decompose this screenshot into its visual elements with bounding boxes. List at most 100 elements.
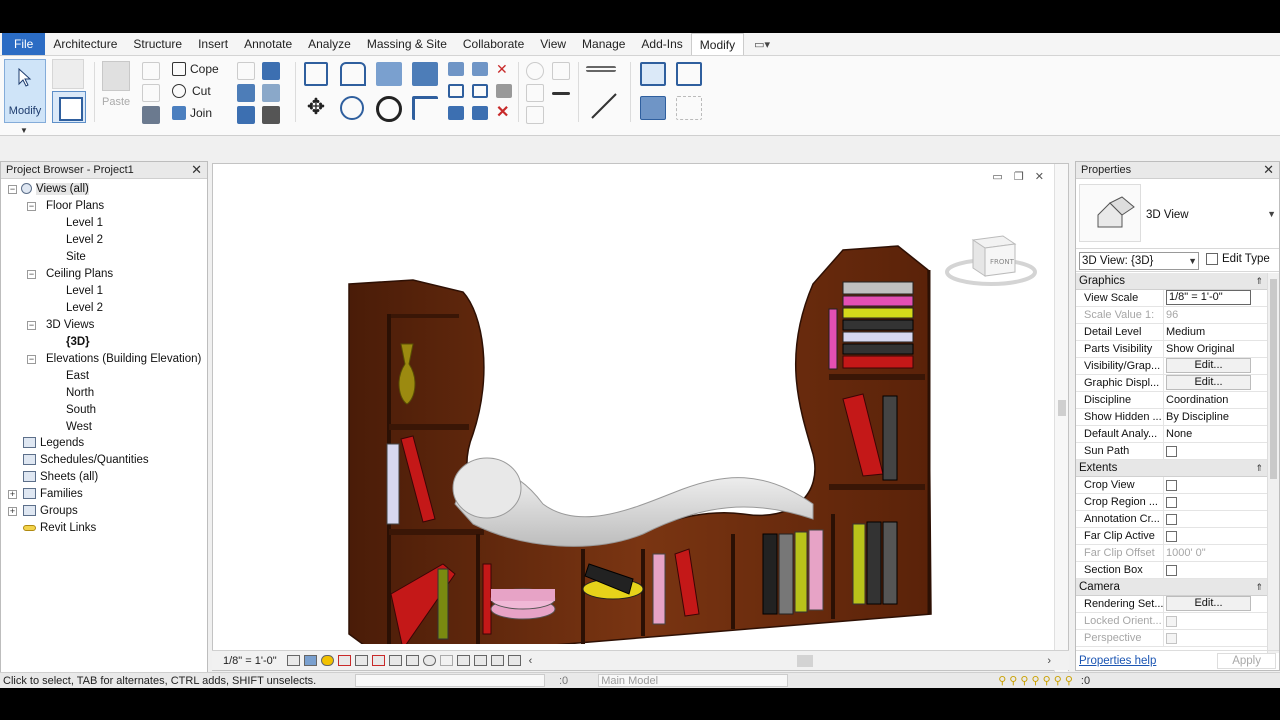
pin-icon[interactable] xyxy=(496,84,512,98)
prop-value[interactable]: Medium xyxy=(1164,324,1267,340)
join-label[interactable]: Join xyxy=(190,106,212,120)
collapse-toggle-icon[interactable]: − xyxy=(27,355,36,364)
tab-insert[interactable]: Insert xyxy=(190,33,236,55)
graphic-display-edit-button[interactable]: Edit... xyxy=(1166,375,1251,390)
prop-section-box[interactable]: Section Box xyxy=(1076,562,1267,579)
cut-clipboard-icon[interactable] xyxy=(142,62,160,80)
view-scale-field[interactable]: 1/8" = 1'-0" xyxy=(1166,290,1251,305)
tab-collaborate[interactable]: Collaborate xyxy=(455,33,532,55)
prop-value[interactable]: Coordination xyxy=(1164,392,1267,408)
vertical-scrollbar[interactable] xyxy=(1054,164,1068,672)
worksharing-display-icon[interactable] xyxy=(456,655,470,666)
tree-item-floor-level-2[interactable]: Level 2 xyxy=(66,232,103,249)
view-window-controls[interactable]: ▭ ❐ ✕ xyxy=(992,170,1048,183)
prop-view-scale[interactable]: View Scale 1/8" = 1'-0" xyxy=(1076,290,1267,307)
tree-item-elevations[interactable]: Elevations (Building Elevation) xyxy=(46,351,201,368)
dropdown-caret-icon[interactable]: ▼ xyxy=(20,126,28,135)
crop-view-checkbox[interactable] xyxy=(1166,480,1177,491)
copy-icon[interactable] xyxy=(340,96,364,120)
section-box-checkbox[interactable] xyxy=(1166,565,1177,576)
demolish-icon[interactable] xyxy=(237,106,255,124)
annotation-crop-checkbox[interactable] xyxy=(1166,514,1177,525)
prop-value[interactable]: None xyxy=(1164,426,1267,442)
sun-path-icon[interactable] xyxy=(320,655,334,666)
close-icon[interactable]: ✕ xyxy=(1263,162,1274,178)
tree-item-ceiling-plans[interactable]: Ceiling Plans xyxy=(46,266,113,283)
scroll-left-icon[interactable]: ‹ xyxy=(529,655,533,667)
temporary-hide-icon[interactable] xyxy=(422,655,436,666)
rendering-edit-button[interactable]: Edit... xyxy=(1166,596,1251,611)
linework-icon[interactable] xyxy=(526,84,544,102)
sun-path-checkbox[interactable] xyxy=(1166,446,1177,457)
create-group-icon[interactable] xyxy=(640,96,666,120)
trim-single-icon[interactable] xyxy=(472,106,488,120)
tab-analyze[interactable]: Analyze xyxy=(300,33,359,55)
prop-rendering-settings[interactable]: Rendering Set... Edit... xyxy=(1076,596,1267,613)
selection-filter-icons[interactable]: ⚲ ⚲ ⚲ ⚲ ⚲ ⚲ ⚲ xyxy=(998,674,1073,687)
3d-viewport[interactable]: ▭ ❐ ✕ FRONT xyxy=(212,163,1069,672)
vertical-scroll-thumb[interactable] xyxy=(1058,400,1066,416)
visual-style-icon[interactable] xyxy=(303,655,317,666)
trim-extend-icon[interactable] xyxy=(412,96,438,120)
paint-icon[interactable] xyxy=(262,84,280,102)
prop-crop-region-visible[interactable]: Crop Region ... xyxy=(1076,494,1267,511)
rendering-dialog-icon[interactable] xyxy=(354,655,368,666)
cut-label[interactable]: Cut xyxy=(192,84,211,98)
tree-item-3d-views[interactable]: 3D Views xyxy=(46,317,94,334)
tree-item-west[interactable]: West xyxy=(66,419,92,436)
tab-structure[interactable]: Structure xyxy=(125,33,190,55)
tree-item-south[interactable]: South xyxy=(66,402,96,419)
type-dropdown-icon[interactable]: ▼ xyxy=(1267,209,1276,219)
prop-discipline[interactable]: Discipline Coordination xyxy=(1076,392,1267,409)
tree-item-ceiling-level-1[interactable]: Level 1 xyxy=(66,283,103,300)
split-face-icon[interactable] xyxy=(237,84,255,102)
tab-massing-site[interactable]: Massing & Site xyxy=(359,33,455,55)
mirror-pick-axis-icon[interactable] xyxy=(376,62,402,86)
tree-item-schedules[interactable]: Schedules/Quantities xyxy=(23,452,149,469)
expand-toggle-icon[interactable]: + xyxy=(8,507,17,516)
temporary-view-properties-icon[interactable] xyxy=(473,655,487,666)
show-crop-region-icon[interactable] xyxy=(388,655,402,666)
highlight-displacement-icon[interactable] xyxy=(507,655,521,666)
crop-view-icon[interactable] xyxy=(371,655,385,666)
analysis-display-icon[interactable] xyxy=(490,655,504,666)
align-icon[interactable] xyxy=(304,62,328,86)
join-geometry-icon[interactable] xyxy=(172,106,186,120)
instance-selector[interactable]: 3D View: {3D} ▼ xyxy=(1079,252,1199,270)
tab-annotate[interactable]: Annotate xyxy=(236,33,300,55)
prop-show-hidden-lines[interactable]: Show Hidden ... By Discipline xyxy=(1076,409,1267,426)
tab-architecture[interactable]: Architecture xyxy=(45,33,125,55)
trim-multiple-icon[interactable] xyxy=(448,106,464,120)
contextual-dropdown-icon[interactable]: ▭▾ xyxy=(754,38,770,51)
create-parts-icon[interactable] xyxy=(676,62,702,86)
prop-parts-visibility[interactable]: Parts Visibility Show Original xyxy=(1076,341,1267,358)
prop-default-analysis[interactable]: Default Analy... None xyxy=(1076,426,1267,443)
unpin-icon[interactable]: ✕ xyxy=(496,62,512,76)
demolish-hammer-icon[interactable] xyxy=(262,106,280,124)
selection-box-icon[interactable] xyxy=(526,106,544,124)
split-gap-icon[interactable] xyxy=(472,62,488,76)
collapse-toggle-icon[interactable]: − xyxy=(27,321,36,330)
bookshelf-model[interactable] xyxy=(343,204,943,644)
prop-value[interactable]: Show Original xyxy=(1164,341,1267,357)
shadows-icon[interactable] xyxy=(337,655,351,666)
view-cube[interactable]: FRONT xyxy=(941,232,1041,292)
measure-icon[interactable] xyxy=(588,92,617,120)
detail-level-icon[interactable] xyxy=(286,655,300,666)
aligned-dimension-icon[interactable] xyxy=(586,66,616,72)
delete-icon[interactable]: ✕ xyxy=(496,105,512,121)
move-icon[interactable]: ✥ xyxy=(304,96,328,120)
tree-item-floor-plans[interactable]: Floor Plans xyxy=(46,198,104,215)
prop-far-clip-active[interactable]: Far Clip Active xyxy=(1076,528,1267,545)
tree-item-views-all[interactable]: Views (all) xyxy=(21,181,89,198)
view-scale-label[interactable]: 1/8" = 1'-0" xyxy=(223,655,277,667)
tab-manage[interactable]: Manage xyxy=(574,33,633,55)
create-similar-icon[interactable] xyxy=(676,96,702,120)
tree-item-north[interactable]: North xyxy=(66,385,94,402)
group-graphics[interactable]: Graphics ⇑ xyxy=(1076,273,1267,290)
wall-joins-icon[interactable] xyxy=(237,62,255,80)
collapse-toggle-icon[interactable]: − xyxy=(8,185,17,194)
override-graphics-icon[interactable] xyxy=(552,62,570,80)
tree-item-families[interactable]: Families xyxy=(23,486,83,503)
hide-element-icon[interactable] xyxy=(526,62,544,80)
